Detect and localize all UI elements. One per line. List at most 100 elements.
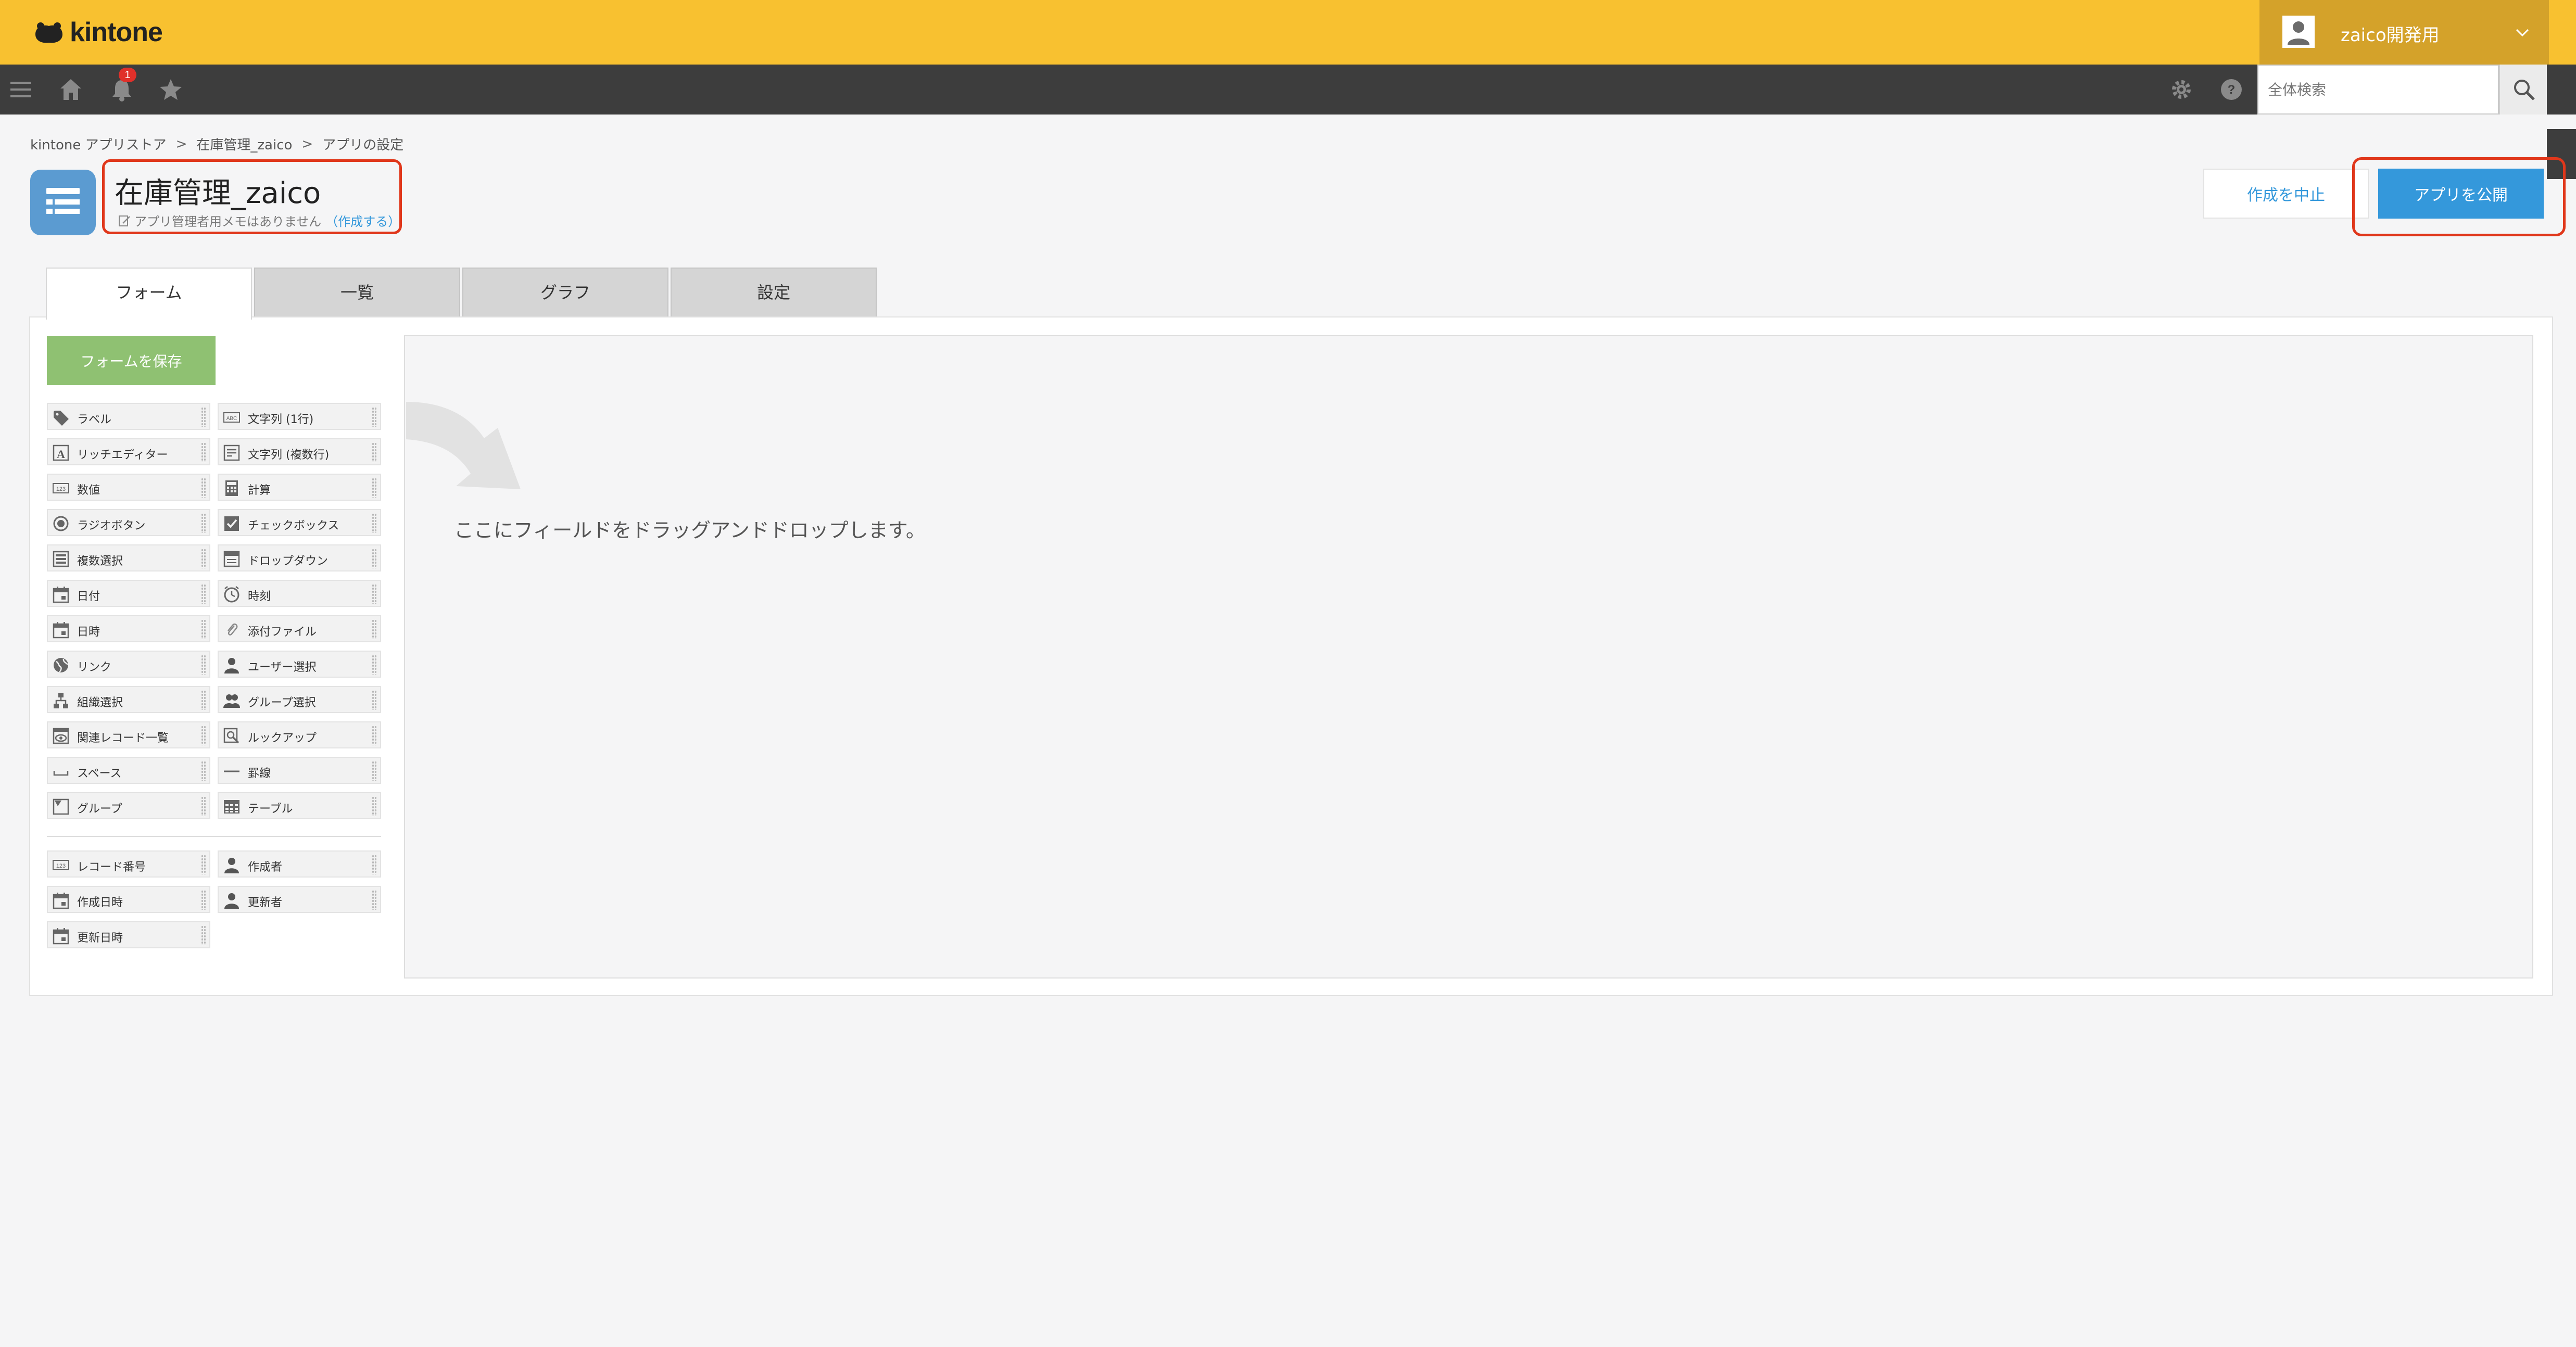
palette-field-1[interactable]: ABC 文字列 (1行) [218, 403, 381, 430]
drag-handle-icon[interactable] [201, 796, 206, 816]
palette-field-21[interactable]: 罫線 [218, 757, 381, 784]
global-navbar: ? [0, 65, 2576, 179]
palette-field-3[interactable]: 文字列 (複数行) [218, 438, 381, 465]
palette-field-17[interactable]: グループ選択 [218, 686, 381, 713]
drag-handle-icon[interactable] [201, 478, 206, 498]
palette-field-13[interactable]: 添付ファイル [218, 615, 381, 642]
breadcrumb-appstore[interactable]: kintone アプリストア [30, 134, 167, 154]
drag-handle-icon[interactable] [372, 584, 377, 604]
palette-field-20[interactable]: スペース [47, 757, 210, 784]
drag-handle-icon[interactable] [372, 478, 377, 498]
drag-handle-icon[interactable] [372, 549, 377, 568]
palette-field-15[interactable]: ユーザー選択 [218, 651, 381, 678]
palette-field-9[interactable]: ドロップダウン [218, 544, 381, 571]
palette-field-0[interactable]: ラベル [47, 403, 210, 430]
drag-handle-icon[interactable] [201, 690, 206, 710]
palette-field-label: 計算 [248, 484, 271, 497]
tab-form[interactable]: フォーム [46, 268, 252, 320]
home-icon[interactable] [57, 76, 84, 103]
palette-field-22[interactable]: グループ [47, 792, 210, 819]
table-icon [224, 800, 239, 814]
drag-handle-icon[interactable] [372, 690, 377, 710]
calendar-icon [53, 928, 69, 945]
palette-field-16[interactable]: 組織選択 [47, 686, 210, 713]
system-field-0[interactable]: 123 レコード番号 [47, 850, 210, 878]
palette-field-8[interactable]: 複数選択 [47, 544, 210, 571]
search-button[interactable] [2499, 65, 2547, 115]
form-drop-area[interactable] [404, 335, 2533, 979]
system-field-2[interactable]: 作成日時 [47, 886, 210, 913]
drag-handle-icon[interactable] [201, 619, 206, 639]
drag-handle-icon[interactable] [372, 855, 377, 874]
system-field-1[interactable]: 作成者 [218, 850, 381, 878]
palette-field-label: グループ選択 [248, 696, 316, 709]
drag-handle-icon[interactable] [201, 513, 206, 533]
system-field-4[interactable]: 更新日時 [47, 921, 210, 948]
tab-graph[interactable]: グラフ [462, 268, 668, 317]
palette-field-14[interactable]: リンク [47, 651, 210, 678]
drag-handle-icon[interactable] [201, 726, 206, 745]
drag-handle-icon[interactable] [201, 442, 206, 462]
tab-list[interactable]: 一覧 [254, 268, 460, 317]
tab-settings[interactable]: 設定 [671, 268, 877, 317]
memo-text: アプリ管理者用メモはありません [134, 214, 322, 229]
kintone-logo-icon [35, 22, 62, 43]
palette-field-label: リンク [77, 661, 112, 674]
svg-text:?: ? [2228, 83, 2236, 97]
drag-handle-icon[interactable] [372, 726, 377, 745]
breadcrumb-app[interactable]: 在庫管理_zaico [196, 134, 292, 154]
palette-field-label: ラジオボタン [77, 519, 146, 532]
drag-handle-icon[interactable] [201, 855, 206, 874]
drag-handle-icon[interactable] [201, 584, 206, 604]
drag-handle-icon[interactable] [201, 655, 206, 675]
drag-handle-icon[interactable] [372, 442, 377, 462]
user-menu[interactable]: zaico開発用 [2259, 0, 2549, 65]
drag-handle-icon[interactable] [372, 407, 377, 427]
palette-field-label: 日付 [77, 590, 100, 603]
kintone-logo[interactable]: kintone [32, 14, 163, 51]
palette-field-10[interactable]: 日付 [47, 580, 210, 607]
save-form-button[interactable]: フォームを保存 [47, 336, 216, 385]
palette-field-11[interactable]: 時刻 [218, 580, 381, 607]
drag-handle-icon[interactable] [372, 796, 377, 816]
drag-handle-icon[interactable] [201, 890, 206, 910]
drag-handle-icon[interactable] [201, 549, 206, 568]
system-field-3[interactable]: 更新者 [218, 886, 381, 913]
breadcrumb: kintone アプリストア > 在庫管理_zaico > アプリの設定 [30, 134, 403, 154]
palette-field-4[interactable]: 123 数値 [47, 474, 210, 501]
drag-handle-icon[interactable] [372, 619, 377, 639]
palette-field-23[interactable]: テーブル [218, 792, 381, 819]
palette-field-2[interactable]: A リッチエディター [47, 438, 210, 465]
top-header: kintone zaico開発用 [0, 0, 2576, 65]
drag-handle-icon[interactable] [372, 655, 377, 675]
breadcrumb-separator: > [175, 136, 187, 152]
menu-icon[interactable] [7, 76, 34, 103]
drag-handle-icon[interactable] [201, 761, 206, 781]
palette-field-label: スペース [77, 767, 122, 780]
related-records-icon [53, 728, 69, 744]
line-icon [224, 770, 239, 772]
publish-app-button[interactable]: アプリを公開 [2378, 169, 2544, 219]
drag-handle-icon[interactable] [201, 925, 206, 945]
drag-handle-icon[interactable] [372, 513, 377, 533]
radio-icon [53, 516, 69, 531]
help-icon[interactable]: ? [2218, 76, 2245, 103]
tag-icon [54, 411, 69, 426]
drag-handle-icon[interactable] [201, 407, 206, 427]
palette-field-12[interactable]: 日時 [47, 615, 210, 642]
multiline-text-icon [223, 444, 240, 461]
cancel-creation-button[interactable]: 作成を中止 [2203, 169, 2369, 219]
star-icon[interactable] [157, 76, 184, 103]
palette-field-18[interactable]: 関連レコード一覧 [47, 721, 210, 748]
create-memo-link[interactable]: （作成する） [325, 211, 400, 230]
palette-field-7[interactable]: チェックボックス [218, 509, 381, 536]
palette-field-5[interactable]: 計算 [218, 474, 381, 501]
global-search-input[interactable] [2257, 65, 2499, 115]
drag-handle-icon[interactable] [372, 890, 377, 910]
drag-handle-icon[interactable] [372, 761, 377, 781]
svg-text:A: A [57, 448, 65, 461]
gear-icon[interactable] [2168, 76, 2195, 103]
palette-field-6[interactable]: ラジオボタン [47, 509, 210, 536]
palette-field-19[interactable]: ルックアップ [218, 721, 381, 748]
palette-field-label: 時刻 [248, 590, 271, 603]
